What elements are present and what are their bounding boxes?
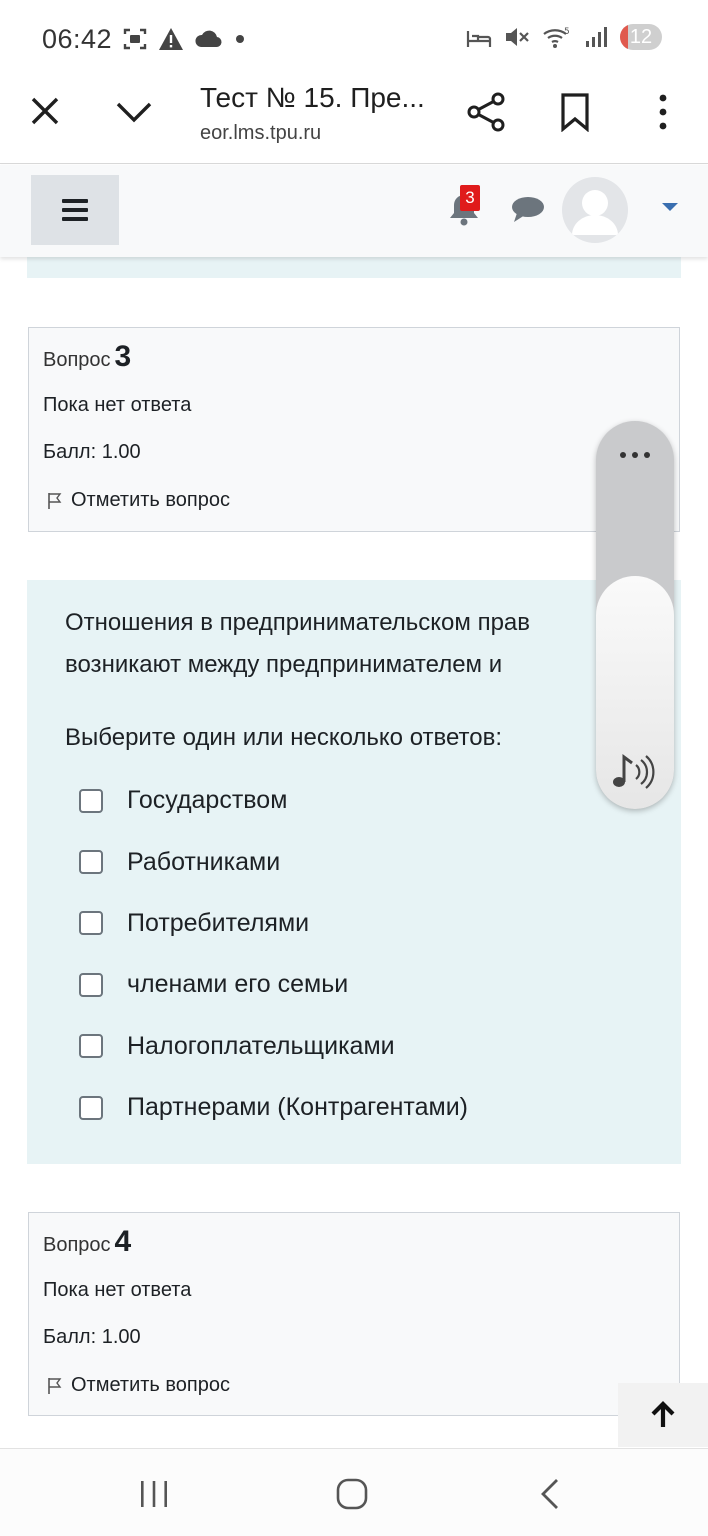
question-state: Пока нет ответа (43, 394, 192, 416)
notification-count-badge: 3 (460, 185, 480, 211)
system-navigation-bar (0, 1448, 708, 1536)
question-number: Вопрос 4 (43, 1225, 132, 1258)
answer-checkbox[interactable] (79, 850, 103, 875)
answer-option[interactable]: Налогоплательщиками (79, 1016, 468, 1077)
flag-question-link[interactable]: Отметить вопрос (47, 489, 230, 512)
warning-icon (159, 28, 183, 50)
answer-checkbox[interactable] (79, 1095, 103, 1120)
mute-icon (506, 28, 529, 46)
answer-checkbox[interactable] (79, 972, 103, 997)
question-text: Отношения в предпринимательском прав воз… (65, 609, 531, 678)
close-icon[interactable] (28, 94, 62, 128)
flag-icon (48, 492, 62, 509)
screenshot-icon (123, 28, 147, 50)
flag-question-link[interactable]: Отметить вопрос (47, 1374, 230, 1397)
question-grade: Балл: 1.00 (43, 441, 141, 463)
status-bar: 06:42 5 12 (0, 0, 708, 78)
more-icon[interactable] (618, 451, 652, 459)
status-icons-right: 5 12 (466, 24, 662, 50)
cloud-icon (195, 30, 222, 48)
arrow-up-icon (651, 1401, 675, 1427)
more-options-icon[interactable] (652, 92, 674, 132)
answer-checkbox[interactable] (79, 1034, 103, 1059)
share-icon[interactable] (466, 92, 506, 132)
svg-text:5: 5 (564, 27, 570, 37)
answer-option[interactable]: членами его семьи (79, 954, 468, 1015)
flag-icon (48, 1377, 62, 1394)
wifi-icon: 5 (543, 27, 570, 48)
answer-option[interactable]: Партнерами (Контрагентами) (79, 1077, 468, 1138)
previous-question-content (27, 257, 681, 278)
answer-checkbox[interactable] (79, 911, 103, 936)
answer-option[interactable]: Государством (79, 770, 468, 831)
signal-icon (586, 27, 607, 47)
battery-badge: 12 (620, 24, 662, 50)
browser-toolbar: Тест № 15. Пре... eor.lms.tpu.ru (0, 78, 708, 164)
volume-slider[interactable] (596, 421, 674, 809)
home-icon[interactable] (335, 1477, 369, 1511)
status-time: 06:42 (42, 24, 113, 54)
answer-checkbox[interactable] (79, 788, 103, 813)
sleep-icon (466, 31, 492, 47)
chevron-down-icon[interactable] (114, 98, 154, 126)
question-state: Пока нет ответа (43, 1279, 192, 1301)
bookmark-icon[interactable] (560, 92, 590, 132)
question-content: Отношения в предпринимательском прав воз… (27, 580, 681, 1164)
question-grade: Балл: 1.00 (43, 1326, 141, 1348)
user-avatar[interactable] (562, 177, 628, 243)
question-4-info: Вопрос 4 Пока нет ответа Балл: 1.00 Отмет… (28, 1212, 680, 1416)
back-icon[interactable] (538, 1477, 562, 1511)
media-volume-icon (613, 754, 655, 789)
hamburger-icon (62, 199, 88, 221)
chat-icon[interactable] (511, 195, 545, 223)
user-icon (562, 177, 628, 243)
dot-icon (236, 35, 244, 43)
menu-button[interactable] (31, 175, 119, 245)
answer-option[interactable]: Потребителями (79, 893, 468, 954)
question-3-info: Вопрос 3 Пока нет ответа Балл: 1.00 Отмет… (28, 327, 680, 532)
recent-apps-icon[interactable] (138, 1479, 170, 1509)
question-number: Вопрос 3 (43, 340, 132, 373)
scroll-to-top-button[interactable] (618, 1383, 708, 1447)
site-navbar: 3 (0, 165, 708, 257)
answer-prompt: Выберите один или несколько ответов: (65, 724, 503, 751)
answer-option[interactable]: Работниками (79, 831, 468, 892)
answer-list: Государством Работниками Потребителями ч… (79, 770, 468, 1138)
page-title[interactable]: Тест № 15. Пре... (200, 82, 425, 114)
status-icons-left (122, 26, 248, 52)
user-menu-caret-icon[interactable] (662, 203, 678, 211)
page-url[interactable]: eor.lms.tpu.ru (200, 122, 321, 145)
